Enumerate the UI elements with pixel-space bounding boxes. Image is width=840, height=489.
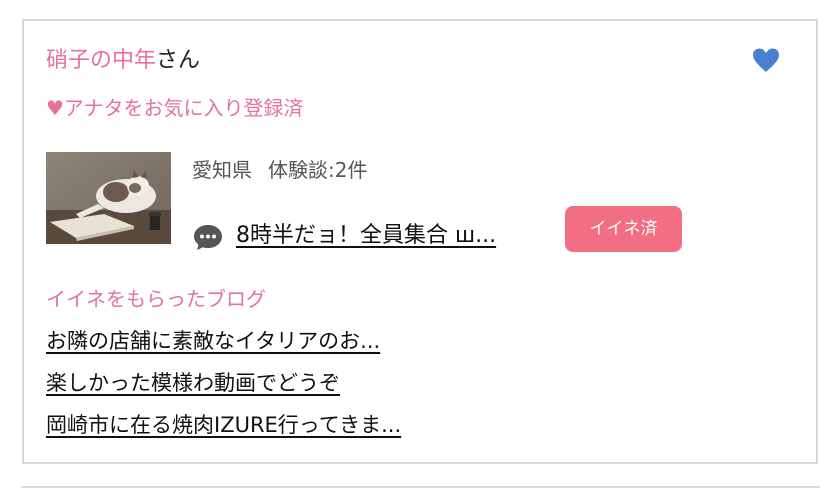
blog-link[interactable]: 楽しかった模様わ動画でどうぞ — [46, 371, 340, 395]
latest-post-link[interactable]: 8時半だョ！全員集合 ш... — [236, 220, 496, 252]
user-honorific: さん — [156, 48, 201, 73]
experience-count[interactable]: 体験談:2件 — [268, 158, 367, 182]
user-card: 硝子の中年さん ♥アナタをお気に入り登録済 愛知県 体験談:2件 8時半だョ！全… — [22, 19, 818, 464]
blog-link[interactable]: 岡崎市に在る焼肉IZURE行ってきま... — [46, 413, 401, 437]
user-name[interactable]: 硝子の中年 — [46, 48, 156, 73]
divider — [22, 486, 820, 488]
heart-icon — [753, 48, 779, 72]
list-item: お隣の店舗に素敵なイタリアのお... — [46, 327, 401, 369]
blog-link[interactable]: お隣の店舗に素敵なイタリアのお... — [46, 329, 380, 353]
prefecture: 愛知県 — [192, 158, 252, 182]
profile-meta: 愛知県 体験談:2件 — [192, 155, 367, 185]
avatar[interactable] — [46, 152, 171, 244]
like-status-badge[interactable]: イイネ済 — [565, 206, 682, 252]
favorite-heart-button[interactable] — [752, 47, 780, 75]
speech-bubble-icon — [192, 221, 224, 253]
liked-blogs-list: お隣の店舗に素敵なイタリアのお... 楽しかった模様わ動画でどうぞ 岡崎市に在る… — [46, 327, 401, 453]
list-item: 楽しかった模様わ動画でどうぞ — [46, 369, 401, 411]
liked-blogs-heading: イイネをもらったブログ — [46, 287, 266, 311]
avatar-cat-photo — [46, 152, 171, 244]
user-name-line: 硝子の中年さん — [46, 46, 200, 76]
favorite-status-text: ♥アナタをお気に入り登録済 — [46, 96, 304, 120]
list-item: 岡崎市に在る焼肉IZURE行ってきま... — [46, 411, 401, 453]
